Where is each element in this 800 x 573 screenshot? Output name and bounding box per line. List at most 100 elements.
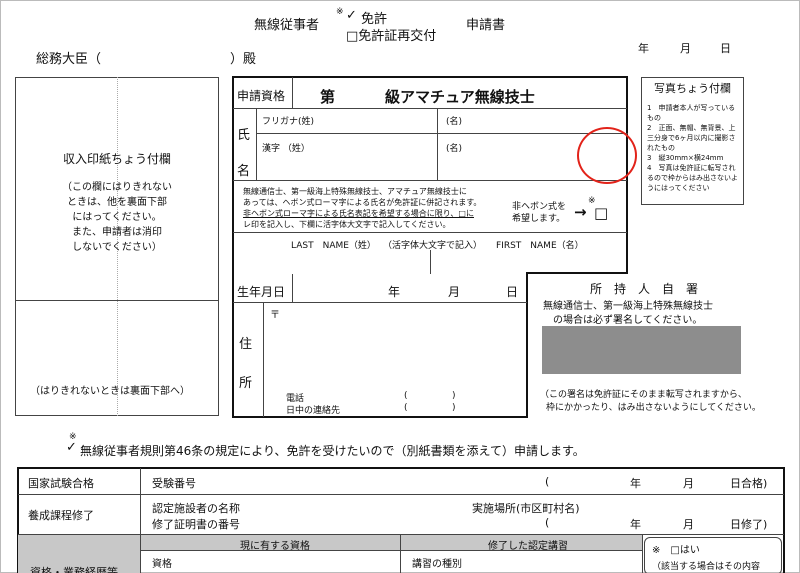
hepburn-note-line: あっては、ヘボン式ローマ字による氏名が免許証に併記されます。 (243, 198, 482, 207)
course-paren: ( (545, 516, 550, 529)
address-label-2: 所 (239, 376, 253, 391)
qualification-class[interactable]: 級アマチュア無線技士 (385, 86, 535, 107)
exam-month[interactable]: 月 (683, 475, 694, 491)
birthdate-label: 生年月日 (237, 285, 286, 299)
course-label: 養成課程修了 (28, 509, 94, 522)
qualification-row-line (233, 108, 627, 109)
course-day-done[interactable]: 日修了) (730, 516, 767, 532)
name-label-divider (256, 108, 257, 180)
phone-paren-open: ( (404, 391, 408, 401)
stamp-box-bottom-note: （はりきれないときは裏面下部へ） (30, 386, 190, 397)
stamp-box-note: （この欄にはりきれない ときは、他を裏面下部 にはってください。 また、申請者は… (15, 180, 219, 255)
hepburn-note: 無線通信士、第一級海上特殊無線技士、アマチュア無線技士に あっては、ヘボン式ロー… (243, 186, 481, 230)
exam-paren: ( (545, 475, 550, 488)
signature-note-2: 枠にかかったり、はみ出さないようにしてください。 (546, 403, 761, 413)
exam-day-pass[interactable]: 日合格) (730, 475, 767, 491)
birthdate-bottom-line (233, 302, 527, 303)
table-line-1 (18, 494, 784, 495)
kanji-given-field[interactable]: (名) (446, 141, 462, 154)
date-month: 月 (680, 42, 691, 55)
stamp-note-line: （この欄にはりきれない (62, 182, 172, 193)
yes-checkbox[interactable]: ※ □はい (652, 541, 700, 556)
last-name-label: LAST NAME（姓） (291, 241, 376, 251)
name-label-1: 氏 (237, 128, 251, 143)
header-application-form: 申請書 (466, 18, 506, 33)
addressee-end: ）殿 (230, 52, 257, 67)
stamp-note-line: しないでください） (72, 242, 162, 253)
stamp-note-line: にはってください。 (72, 212, 162, 223)
application-box-step (526, 272, 628, 274)
course-type-col: 講習の種別 (412, 559, 462, 570)
birthdate-label-divider (292, 274, 293, 302)
history-col-divider-1 (140, 534, 141, 573)
header-check-mark-icon: ✓ (346, 8, 357, 23)
exam-pass-label: 国家試験合格 (28, 477, 94, 490)
given-name-divider (437, 108, 438, 180)
kanji-surname-field[interactable]: 漢字 （姓） (262, 141, 310, 154)
birth-year[interactable]: 年 (388, 283, 400, 300)
date-day: 日 (720, 42, 731, 55)
table-label-divider (140, 468, 141, 534)
hepburn-note-line: 非ヘボン式ローマ字による氏名表記を希望する場合に限り、□に (243, 209, 474, 218)
stamp-box-title: 収入印紙ちょう付欄 (62, 152, 171, 166)
cert-number-label[interactable]: 修了証明書の番号 (152, 516, 240, 532)
declaration-check-icon[interactable]: ✓ (66, 440, 77, 455)
furigana-row-line (256, 133, 628, 134)
signature-line-1: 無線通信士、第一級海上特殊無線技士 (543, 301, 713, 312)
non-hepburn-checkbox[interactable]: □ (594, 204, 608, 222)
addressee-label: 総務大臣（ (36, 52, 102, 67)
qualification-col: 資格 (152, 559, 172, 570)
photo-note: 3 縦30mm×横24mm (647, 154, 724, 162)
address-input[interactable] (266, 318, 524, 386)
photo-note: 2 正面、無帽、無背景、上三分身で6ヶ月以内に撮影されたもの (647, 124, 736, 152)
course-year[interactable]: 年 (630, 516, 641, 532)
exam-number-label[interactable]: 受験番号 (152, 475, 196, 491)
course-month[interactable]: 月 (683, 516, 694, 532)
qualification-prefix: 第 (320, 88, 336, 106)
stamp-note-line: また、申請者は消印 (72, 227, 162, 238)
option-reissue[interactable]: □免許証再交付 (346, 25, 436, 44)
furigana-given-field[interactable]: (名) (446, 114, 462, 127)
photo-note: 4 写真は免許証に転写されるので枠からはみ出さないようにはってください (647, 164, 738, 192)
non-hepburn-label-2: 希望します。 (512, 214, 566, 224)
arrow-right-icon: → (574, 203, 587, 221)
venue-label[interactable]: 実施場所(市区町村名) (472, 500, 580, 516)
block-caps-note: （活字体大文字で記入） (383, 241, 483, 251)
stamp-note-line: ときは、他を裏面下部 (67, 197, 167, 208)
photo-box-title: 写真ちょう付欄 (654, 82, 731, 95)
first-name-input[interactable] (432, 252, 626, 272)
roman-name-divider (430, 250, 431, 274)
declaration-asterisk: ※ (69, 432, 77, 442)
last-name-input[interactable] (234, 252, 429, 272)
exam-year[interactable]: 年 (630, 475, 641, 491)
highlight-circle (577, 127, 637, 184)
birth-day[interactable]: 日 (506, 283, 518, 300)
facility-name-label[interactable]: 認定施設者の名称 (152, 500, 240, 516)
qualification-label-divider (292, 77, 293, 108)
name-bottom-line (233, 180, 627, 181)
signature-note-1: （この署名は免許証にそのまま転写されますから、 (540, 390, 747, 400)
daytime-contact-label: 日中の連絡先 (286, 406, 341, 416)
name-label-2: 名 (237, 164, 251, 179)
contact-paren-close: ) (452, 403, 456, 413)
phone-paren-close: ) (452, 391, 456, 401)
date-year: 年 (638, 42, 649, 55)
signature-line-2: の場合は必ず署名してください。 (553, 315, 703, 326)
history-col-divider-2 (400, 534, 401, 573)
address-label-1: 住 (239, 337, 253, 352)
signature-area[interactable] (542, 326, 741, 374)
completed-course-header: 修了した認定講習 (488, 541, 568, 552)
qualification-label: 申請資格 (237, 89, 286, 103)
birth-month[interactable]: 月 (448, 283, 460, 300)
yes-note: （該当する場合はその内容 (652, 562, 761, 572)
hepburn-note-line: レ印を記入し、下欄に活字体大文字で記入してください。 (243, 220, 451, 229)
header-applicant-type: 無線従事者 (254, 18, 320, 33)
photo-box-notes: 1 申請者本人が写っているもの 2 正面、無帽、無背景、上三分身で6ヶ月以内に撮… (647, 103, 741, 193)
current-qual-header: 現に有する資格 (240, 541, 310, 552)
signature-title: 所 持 人 自 署 (590, 282, 699, 296)
history-row-label: 資格・業務経歴等 (30, 566, 118, 573)
furigana-surname-field[interactable]: フリガナ(姓) (262, 114, 314, 127)
history-col-divider-3 (642, 534, 643, 573)
address-label-divider (263, 302, 264, 417)
header-asterisk: ※ (336, 7, 344, 17)
